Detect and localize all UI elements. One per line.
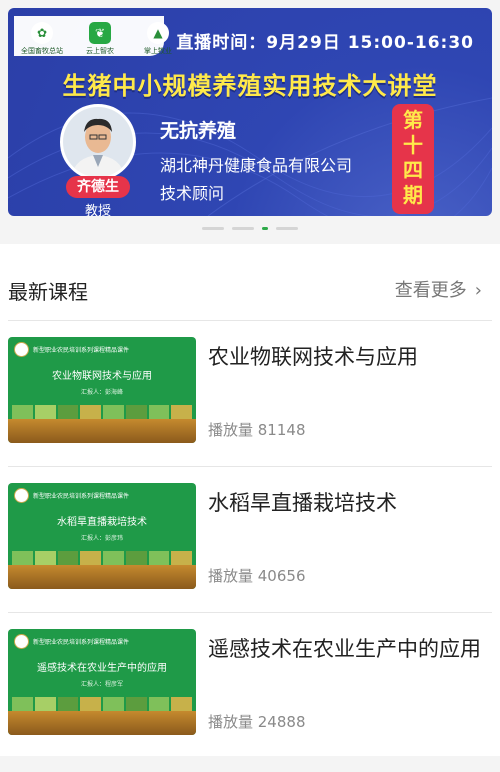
logo-caption: 掌上牧业 (144, 47, 172, 55)
seal-icon (14, 634, 29, 649)
wheat-field-image (8, 711, 196, 735)
thumb-header-text: 新型职业农民培训系列课程精品课件 (33, 347, 130, 354)
crop-photos (8, 551, 196, 565)
thumb-reporter: 汇报人：程彦军 (80, 681, 123, 688)
thumb-reporter: 汇报人：彭彦玮 (80, 535, 123, 542)
course-title[interactable]: 农业物联网技术与应用 (208, 341, 482, 373)
course-item[interactable]: 新型职业农民培训系列课程精品课件 农业物联网技术与应用 汇报人：彭海峰 农业物联… (8, 320, 492, 443)
episode-char: 期 (403, 183, 423, 207)
course-thumbnail[interactable]: 新型职业农民培训系列课程精品课件 水稻旱直播栽培技术 汇报人：彭彦玮 (8, 483, 196, 589)
thumb-header-text: 新型职业农民培训系列课程精品课件 (33, 639, 130, 646)
thumb-reporter: 汇报人：彭海峰 (80, 389, 123, 396)
emblem-icon: ✿ (31, 22, 53, 44)
thumb-title: 水稻旱直播栽培技术 (57, 517, 147, 528)
course-title[interactable]: 遥感技术在农业生产中的应用 (208, 633, 482, 665)
partner-logos: ✿ 全国畜牧总站 ❦ 云上智农 ▲ 掌上牧业 (18, 22, 182, 56)
episode-char: 十 (403, 133, 423, 157)
bottom-spacer (0, 756, 500, 772)
chevron-right-icon: › (474, 280, 482, 301)
lecture-topic: 无抗养殖 (160, 120, 237, 142)
carousel-dot[interactable] (232, 227, 254, 230)
logo-muye: ▲ 掌上牧业 (134, 22, 182, 56)
carousel-dot[interactable] (276, 227, 298, 230)
phone-leaf-icon: ❦ (89, 22, 111, 44)
speaker-photo (63, 107, 133, 177)
carousel-dot[interactable] (202, 227, 224, 230)
carousel-dot-active[interactable] (262, 227, 268, 230)
banner-title: 生猪中小规模养殖实用技术大讲堂 (62, 72, 438, 100)
thumb-header-text: 新型职业农民培训系列课程精品课件 (33, 493, 130, 500)
course-thumbnail[interactable]: 新型职业农民培训系列课程精品课件 遥感技术在农业生产中的应用 汇报人：程彦军 (8, 629, 196, 735)
view-more-label: 查看更多 (394, 280, 467, 301)
logo-caption: 全国畜牧总站 (21, 47, 63, 55)
mountain-icon: ▲ (147, 22, 169, 44)
speaker-organization: 湖北神丹健康食品有限公司 (160, 156, 353, 175)
speaker-title: 教授 (84, 204, 111, 216)
episode-char: 四 (403, 158, 423, 182)
logo-yunshang: ❦ 云上智农 (76, 22, 124, 56)
speaker-avatar (60, 104, 136, 180)
live-banner[interactable]: ✿ 全国畜牧总站 ❦ 云上智农 ▲ 掌上牧业 直播时间：9月29日 15:00-… (8, 8, 492, 216)
episode-badge: 第 十 四 期 (392, 104, 434, 214)
latest-courses-header: 最新课程 查看更多 › (8, 264, 488, 314)
speaker-name: 齐德生 (66, 176, 130, 198)
logo-caption: 云上智农 (86, 47, 114, 55)
thumb-header: 新型职业农民培训系列课程精品课件 (14, 342, 129, 357)
wheat-field-image (8, 419, 196, 443)
seal-icon (14, 342, 29, 357)
view-more-link[interactable]: 查看更多 › (395, 276, 482, 302)
thumb-title: 农业物联网技术与应用 (52, 371, 152, 382)
course-item[interactable]: 新型职业农民培训系列课程精品课件 遥感技术在农业生产中的应用 汇报人：程彦军 遥… (8, 612, 492, 735)
course-item[interactable]: 新型职业农民培训系列课程精品课件 水稻旱直播栽培技术 汇报人：彭彦玮 水稻旱直播… (8, 466, 492, 589)
thumb-header: 新型职业农民培训系列课程精品课件 (14, 634, 129, 649)
banner-area: ✿ 全国畜牧总站 ❦ 云上智农 ▲ 掌上牧业 直播时间：9月29日 15:00-… (0, 0, 500, 244)
live-time: 直播时间：9月29日 15:00-16:30 (176, 33, 474, 53)
crop-photos (8, 697, 196, 711)
speaker-role: 技术顾问 (160, 184, 225, 203)
course-play-count: 播放量 81148 (208, 421, 306, 439)
seal-icon (14, 488, 29, 503)
course-title[interactable]: 水稻旱直播栽培技术 (208, 487, 482, 519)
thumb-header: 新型职业农民培训系列课程精品课件 (14, 488, 129, 503)
course-play-count: 播放量 40656 (208, 567, 306, 585)
course-thumbnail[interactable]: 新型职业农民培训系列课程精品课件 农业物联网技术与应用 汇报人：彭海峰 (8, 337, 196, 443)
course-play-count: 播放量 24888 (208, 713, 306, 731)
wheat-field-image (8, 565, 196, 589)
thumb-title: 遥感技术在农业生产中的应用 (37, 663, 167, 674)
carousel-indicator (0, 227, 500, 230)
crop-photos (8, 405, 196, 419)
section-title: 最新课程 (8, 280, 88, 304)
episode-char: 第 (403, 108, 423, 132)
logo-emblem: ✿ 全国畜牧总站 (18, 22, 66, 56)
